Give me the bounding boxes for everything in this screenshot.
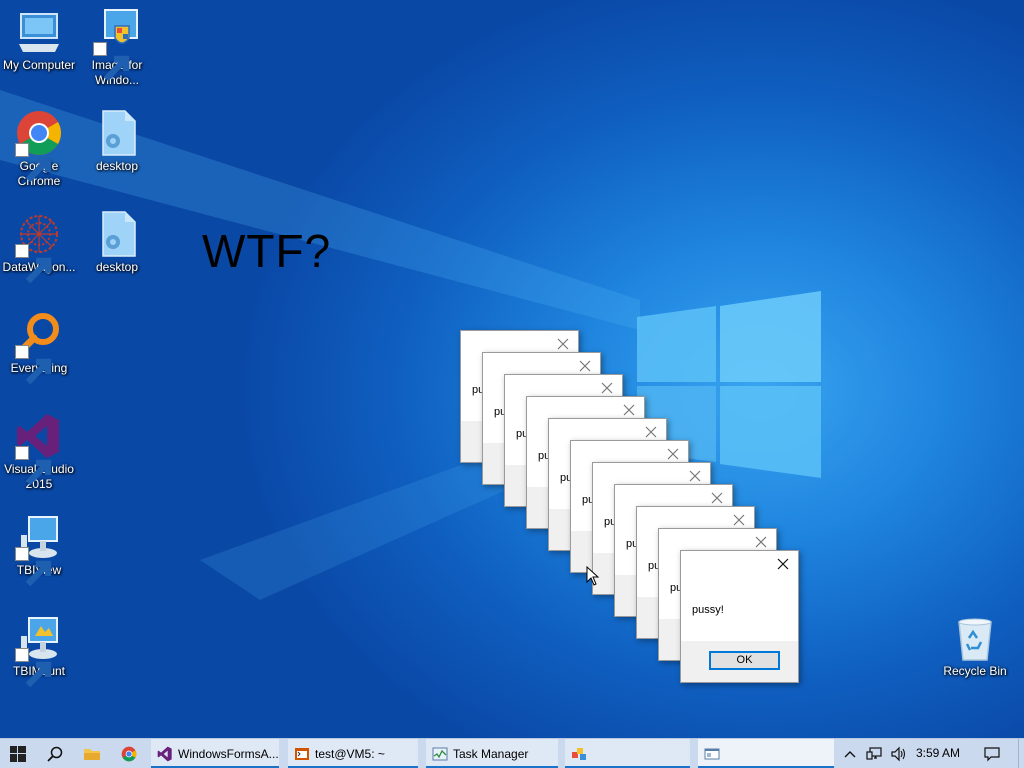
taskbar-app-label: Task Manager bbox=[453, 746, 529, 761]
start-button[interactable] bbox=[0, 739, 36, 768]
taskbar-app-terminal[interactable]: test@VM5: ~ bbox=[288, 739, 418, 768]
visual-studio-icon bbox=[15, 412, 63, 486]
ok-button[interactable]: OK bbox=[709, 651, 780, 670]
close-icon[interactable] bbox=[556, 337, 570, 351]
mouse-cursor-icon bbox=[586, 566, 600, 586]
taskbar-app-label: test@VM5: ~ bbox=[315, 746, 385, 761]
desktop-icon-datawagon[interactable]: DataWagon... bbox=[0, 210, 78, 284]
desktop-icon-image-for-windows[interactable]: Image for Windo... bbox=[78, 8, 156, 88]
taskbar: WindowsFormsA... test@VM5: ~ Task Manage… bbox=[0, 738, 1024, 768]
desktop-icon-label: desktop bbox=[95, 260, 139, 274]
overlay-text: WTF? bbox=[202, 225, 332, 277]
desktop-icon-visual-studio[interactable]: Visual Studio 2015 bbox=[0, 412, 78, 492]
app-icon bbox=[571, 746, 587, 762]
search-button[interactable] bbox=[36, 739, 74, 768]
desktop-icon-label: desktop bbox=[95, 159, 139, 173]
action-center-button[interactable] bbox=[978, 739, 1006, 768]
window-icon bbox=[704, 746, 720, 762]
task-manager-icon bbox=[432, 746, 448, 762]
close-icon[interactable] bbox=[688, 469, 702, 483]
computer-icon bbox=[15, 8, 63, 56]
desktop-icon-everything[interactable]: Everything bbox=[0, 311, 78, 385]
close-icon[interactable] bbox=[578, 359, 592, 373]
windows-start-icon bbox=[10, 745, 26, 762]
chevron-up-icon bbox=[844, 750, 856, 757]
shortcut-arrow-icon bbox=[93, 42, 130, 82]
desktop-icon-tbiview[interactable]: TBIView bbox=[0, 513, 78, 587]
file-explorer-button[interactable] bbox=[78, 739, 106, 768]
desktop-icon-label: My Computer bbox=[2, 58, 76, 72]
message-box-footer: OK bbox=[681, 641, 798, 682]
image-for-windows-icon bbox=[93, 8, 141, 82]
message-text: pussy! bbox=[692, 604, 724, 616]
desktop-icon-label: Recycle Bin bbox=[943, 664, 1007, 678]
network-tray-button[interactable] bbox=[864, 739, 884, 768]
taskbar-app-label: WindowsFormsA... bbox=[178, 746, 279, 761]
shortcut-arrow-icon bbox=[15, 143, 52, 183]
close-icon[interactable] bbox=[754, 535, 768, 549]
close-icon[interactable] bbox=[732, 513, 746, 527]
shortcut-arrow-icon bbox=[15, 244, 52, 284]
terminal-icon bbox=[294, 746, 310, 762]
visual-studio-icon bbox=[157, 746, 173, 762]
folder-icon bbox=[84, 748, 100, 760]
recycle-bin-icon bbox=[951, 614, 999, 662]
chrome-taskbar-button[interactable] bbox=[116, 739, 142, 768]
search-magnifier-icon bbox=[15, 311, 63, 385]
notifications-icon bbox=[984, 746, 1000, 761]
desktop-icon-tbimount[interactable]: TBIMount bbox=[0, 614, 78, 688]
chrome-icon bbox=[15, 109, 63, 183]
chrome-icon bbox=[121, 746, 137, 761]
close-icon[interactable] bbox=[666, 447, 680, 461]
taskbar-app-window[interactable] bbox=[698, 739, 834, 768]
close-icon[interactable] bbox=[600, 381, 614, 395]
settings-file-icon bbox=[93, 210, 141, 258]
close-icon[interactable] bbox=[710, 491, 724, 505]
network-icon bbox=[866, 746, 882, 760]
taskbar-app-unknown[interactable] bbox=[565, 739, 690, 768]
taskbar-app-visual-studio[interactable]: WindowsFormsA... bbox=[151, 739, 279, 768]
desktop-icon-desktop-1[interactable]: desktop bbox=[78, 109, 156, 174]
close-icon[interactable] bbox=[776, 557, 790, 571]
desktop-icon-desktop-2[interactable]: desktop bbox=[78, 210, 156, 275]
tbimount-icon bbox=[15, 614, 63, 688]
show-desktop-button[interactable] bbox=[1018, 739, 1024, 768]
close-icon[interactable] bbox=[622, 403, 636, 417]
settings-file-icon bbox=[93, 109, 141, 157]
shortcut-arrow-icon bbox=[15, 446, 52, 486]
shortcut-arrow-icon bbox=[15, 547, 52, 587]
desktop-icon-google-chrome[interactable]: Google Chrome bbox=[0, 109, 78, 189]
volume-tray-button[interactable] bbox=[888, 739, 908, 768]
desktop-icon-recycle-bin[interactable]: Recycle Bin bbox=[936, 614, 1014, 679]
taskbar-app-task-manager[interactable]: Task Manager bbox=[426, 739, 558, 768]
message-box-front[interactable]: pussy! OK bbox=[680, 550, 799, 683]
clock[interactable]: 3:59 AM bbox=[916, 746, 960, 760]
shortcut-arrow-icon bbox=[15, 345, 52, 385]
desktop-background: My Computer Image for Windo... Google Ch… bbox=[0, 0, 1024, 738]
show-hidden-icons-button[interactable] bbox=[842, 739, 858, 768]
datawagon-icon bbox=[15, 210, 63, 284]
speaker-icon bbox=[891, 746, 906, 761]
tbiview-icon bbox=[15, 513, 63, 587]
close-icon[interactable] bbox=[644, 425, 658, 439]
shortcut-arrow-icon bbox=[15, 648, 52, 688]
search-icon bbox=[47, 746, 63, 762]
desktop-icon-my-computer[interactable]: My Computer bbox=[0, 8, 78, 73]
